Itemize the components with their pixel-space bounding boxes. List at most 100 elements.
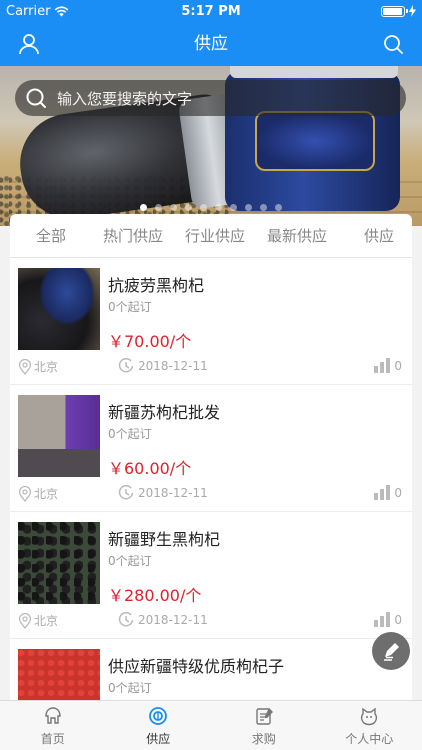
battery-level xyxy=(383,7,403,15)
product-location: 北京 xyxy=(18,612,58,629)
location-pin-icon xyxy=(18,358,32,375)
product-price: ￥60.00/个 xyxy=(108,459,192,478)
views-count: 0 xyxy=(394,612,402,627)
search-icon xyxy=(26,88,46,108)
supply-list: 抗疲劳黑枸杞 0个起订 ￥70.00/个 北京 2018-12-11 0 新疆苏… xyxy=(10,258,412,700)
carousel-dot[interactable] xyxy=(140,204,147,211)
product-image xyxy=(18,522,100,604)
home-icon xyxy=(45,706,61,724)
carousel-dot[interactable] xyxy=(155,204,162,211)
tab-hot-supply[interactable]: 热门供应 xyxy=(92,225,174,246)
product-moq: 0个起订 xyxy=(108,300,152,314)
clock-icon xyxy=(118,485,134,500)
tabbar-purchase[interactable]: 求购 xyxy=(211,701,317,750)
carousel-page-indicator[interactable] xyxy=(0,204,422,211)
carrier-indicator: Carrier xyxy=(6,4,69,19)
status-bar: Carrier 5:17 PM xyxy=(0,0,422,22)
list-item[interactable]: 抗疲劳黑枸杞 0个起订 ￥70.00/个 北京 2018-12-11 0 xyxy=(10,258,412,385)
banner-carousel[interactable]: 输入您要搜索的文字 xyxy=(0,66,422,226)
tabbar-supply[interactable]: 供应 xyxy=(106,701,212,750)
product-location: 北京 xyxy=(18,358,58,375)
banner-jar-label xyxy=(255,111,375,171)
search-placeholder: 输入您要搜索的文字 xyxy=(57,89,193,108)
product-image xyxy=(18,649,100,700)
views-count: 0 xyxy=(394,485,402,500)
product-views: 0 xyxy=(373,358,402,373)
bar-chart-icon xyxy=(374,612,391,627)
purchase-icon xyxy=(256,707,273,725)
product-meta: 北京 2018-12-11 0 xyxy=(18,358,402,378)
list-item[interactable]: 新疆野生黑枸杞 0个起订 ￥280.00/个 北京 2018-12-11 0 xyxy=(10,512,412,639)
carousel-dot[interactable] xyxy=(275,204,282,211)
date-text: 2018-12-11 xyxy=(138,359,208,373)
date-text: 2018-12-11 xyxy=(138,613,208,627)
location-pin-icon xyxy=(18,485,32,502)
product-image xyxy=(18,395,100,477)
product-views: 0 xyxy=(373,485,402,500)
product-title: 新疆苏枸杞批发 xyxy=(108,403,221,422)
location-pin-icon xyxy=(18,612,32,629)
status-time: 5:17 PM xyxy=(181,3,241,19)
product-views: 0 xyxy=(373,612,402,627)
page-title: 供应 xyxy=(194,34,228,54)
carousel-dot[interactable] xyxy=(170,204,177,211)
carousel-dot[interactable] xyxy=(260,204,267,211)
clock-icon xyxy=(118,612,134,627)
clock-icon xyxy=(118,358,134,373)
tab-latest-supply[interactable]: 最新供应 xyxy=(256,225,338,246)
carousel-dot[interactable] xyxy=(185,204,192,211)
list-item[interactable]: 供应新疆特级优质枸杞子 0个起订 xyxy=(10,639,412,700)
product-title: 供应新疆特级优质枸杞子 xyxy=(108,657,285,676)
tabbar-label: 首页 xyxy=(40,731,65,746)
product-date: 2018-12-11 xyxy=(118,485,208,501)
list-item[interactable]: 新疆苏枸杞批发 0个起订 ￥60.00/个 北京 2018-12-11 0 xyxy=(10,385,412,512)
product-title: 抗疲劳黑枸杞 xyxy=(108,276,205,295)
tab-all[interactable]: 全部 xyxy=(10,225,92,246)
carousel-dot[interactable] xyxy=(230,204,237,211)
product-image xyxy=(18,268,100,350)
profile-icon xyxy=(361,707,378,725)
carousel-dot[interactable] xyxy=(215,204,222,211)
search-input[interactable]: 输入您要搜索的文字 xyxy=(15,80,406,116)
bottom-tab-bar: 首页 供应 求购 个人中心 xyxy=(0,700,422,750)
product-price: ￥280.00/个 xyxy=(108,586,202,605)
banner-jar-rim xyxy=(230,66,398,78)
product-date: 2018-12-11 xyxy=(118,358,208,374)
publish-button[interactable] xyxy=(372,632,410,670)
tab-supply[interactable]: 供应 xyxy=(338,225,412,246)
pen-icon xyxy=(384,643,399,661)
category-tabs: 全部 热门供应 行业供应 最新供应 供应 xyxy=(10,214,412,258)
search-icon xyxy=(384,35,403,54)
charging-icon xyxy=(409,5,416,17)
product-moq: 0个起订 xyxy=(108,427,152,441)
tabbar-label: 供应 xyxy=(146,731,171,746)
tab-industry-supply[interactable]: 行业供应 xyxy=(174,225,256,246)
date-text: 2018-12-11 xyxy=(138,486,208,500)
location-text: 北京 xyxy=(34,360,59,374)
search-button[interactable] xyxy=(378,29,408,59)
supply-icon xyxy=(149,706,168,725)
wifi-icon xyxy=(55,6,69,16)
location-text: 北京 xyxy=(34,487,59,501)
product-meta: 北京 2018-12-11 0 xyxy=(18,485,402,505)
product-moq: 0个起订 xyxy=(108,681,152,695)
product-date: 2018-12-11 xyxy=(118,612,208,628)
carousel-dot[interactable] xyxy=(200,204,207,211)
views-count: 0 xyxy=(394,358,402,373)
tabbar-home[interactable]: 首页 xyxy=(0,701,106,750)
product-location: 北京 xyxy=(18,485,58,502)
bar-chart-icon xyxy=(374,485,391,500)
bar-chart-icon xyxy=(374,358,391,373)
product-title: 新疆野生黑枸杞 xyxy=(108,530,221,549)
tabbar-profile[interactable]: 个人中心 xyxy=(317,701,422,750)
tabbar-label: 求购 xyxy=(251,731,276,746)
location-text: 北京 xyxy=(34,614,59,628)
carousel-dot[interactable] xyxy=(245,204,252,211)
carrier-label: Carrier xyxy=(6,3,51,19)
navigation-bar: 供应 xyxy=(0,22,422,66)
product-price: ￥70.00/个 xyxy=(108,332,192,351)
tabbar-label: 个人中心 xyxy=(345,731,394,746)
battery-icon xyxy=(381,5,408,17)
product-moq: 0个起订 xyxy=(108,554,152,568)
product-meta: 北京 2018-12-11 0 xyxy=(18,612,402,632)
